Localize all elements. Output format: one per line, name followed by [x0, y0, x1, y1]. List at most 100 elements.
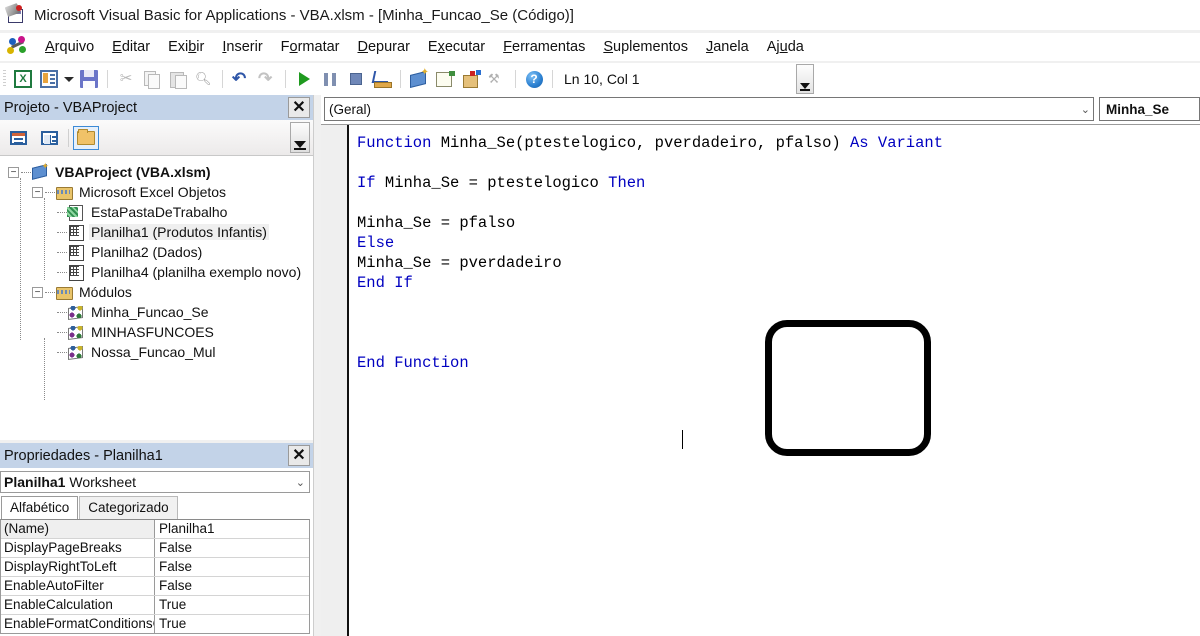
cut-icon[interactable]: ✂: [113, 67, 139, 91]
table-row[interactable]: DisplayRightToLeft False: [1, 558, 309, 577]
code-identifier: Minha_Se(ptestelogico, pverdadeiro, pfal…: [440, 134, 850, 152]
tree-item-nossa-funcao-mul[interactable]: Nossa_Funcao_Mul: [6, 342, 313, 362]
tree-connector: [21, 171, 31, 173]
stop-icon[interactable]: [343, 67, 369, 91]
tree-expander-icon[interactable]: −: [8, 166, 19, 178]
menu-janela[interactable]: Janela: [697, 36, 758, 58]
workbook-icon: [67, 204, 85, 221]
pause-icon[interactable]: [317, 67, 343, 91]
code-text[interactable]: Function Minha_Se(ptestelogico, pverdade…: [357, 133, 1200, 373]
code-keyword: As Variant: [850, 134, 944, 152]
toolbox-icon[interactable]: ⚒: [484, 67, 510, 91]
procedure-dropdown[interactable]: Minha_Se: [1099, 97, 1200, 121]
run-icon[interactable]: [291, 67, 317, 91]
object-dropdown[interactable]: (Geral) ⌄: [324, 97, 1094, 121]
properties-close-icon[interactable]: ✕: [288, 445, 310, 466]
property-value[interactable]: False: [155, 558, 309, 576]
tree-connector: [45, 191, 55, 193]
menu-exibir[interactable]: Exibir: [159, 36, 213, 58]
property-key: DisplayRightToLeft: [1, 558, 155, 576]
menu-depurar[interactable]: Depurar: [349, 36, 419, 58]
table-row[interactable]: EnableFormatConditionsCa True: [1, 615, 309, 633]
menu-editar[interactable]: Editar: [103, 36, 159, 58]
tree-item-excel-objetos[interactable]: − Microsoft Excel Objetos: [6, 182, 313, 202]
insert-dropdown-caret-icon[interactable]: [62, 67, 76, 91]
paste-icon[interactable]: [165, 67, 191, 91]
copy-icon[interactable]: [139, 67, 165, 91]
properties-panel: Propriedades - Planilha1 ✕ Planilha1 Wor…: [0, 443, 313, 636]
table-row[interactable]: EnableCalculation True: [1, 596, 309, 615]
chevron-down-icon[interactable]: ⌄: [1081, 103, 1090, 116]
menu-inserir[interactable]: Inserir: [213, 36, 271, 58]
chevron-down-icon[interactable]: ⌄: [296, 476, 305, 489]
find-icon[interactable]: 🔍︎: [191, 67, 217, 91]
project-explorer-icon[interactable]: [406, 67, 432, 91]
tree-item-minhasfuncoes[interactable]: MINHASFUNCOES: [6, 322, 313, 342]
tree-expander-icon[interactable]: −: [32, 286, 43, 298]
vba-app-icon: [4, 3, 26, 25]
tree-item-planilha4[interactable]: Planilha4 (planilha exemplo novo): [6, 262, 313, 282]
property-value[interactable]: False: [155, 539, 309, 557]
project-explorer-title: Projeto - VBAProject: [4, 99, 137, 116]
table-row[interactable]: (Name) Planilha1: [1, 520, 309, 539]
project-explorer-scroll-down-icon[interactable]: [290, 122, 310, 153]
property-value[interactable]: True: [155, 615, 309, 633]
menu-arquivo[interactable]: Arquivo: [36, 36, 103, 58]
tree-item-planilha1[interactable]: Planilha1 (Produtos Infantis): [6, 222, 313, 242]
tree-expander-icon[interactable]: −: [32, 186, 43, 198]
view-code-icon[interactable]: [5, 126, 31, 150]
code-line: End If: [357, 273, 1200, 293]
view-excel-icon[interactable]: [10, 67, 36, 91]
tree-item-estapastadetrabalho[interactable]: EstaPastaDeTrabalho: [6, 202, 313, 222]
properties-titlebar: Propriedades - Planilha1 ✕: [0, 443, 313, 468]
tree-item-label: Nossa_Funcao_Mul: [91, 344, 216, 360]
save-icon[interactable]: [76, 67, 102, 91]
property-value[interactable]: True: [155, 596, 309, 614]
properties-grid[interactable]: (Name) Planilha1 DisplayPageBreaks False…: [0, 519, 310, 634]
properties-title: Propriedades - Planilha1: [4, 447, 163, 464]
vertical-splitter[interactable]: [313, 95, 321, 636]
table-row[interactable]: DisplayPageBreaks False: [1, 539, 309, 558]
property-key: EnableCalculation: [1, 596, 155, 614]
tree-item-planilha2[interactable]: Planilha2 (Dados): [6, 242, 313, 262]
property-value[interactable]: False: [155, 577, 309, 595]
menu-ajuda[interactable]: Ajuda: [758, 36, 813, 58]
table-row[interactable]: EnableAutoFilter False: [1, 577, 309, 596]
window-title: Microsoft Visual Basic for Applications …: [34, 6, 574, 24]
menu-ferramentas[interactable]: Ferramentas: [494, 36, 594, 58]
undo-icon[interactable]: ↶: [228, 67, 254, 91]
menu-arquivo-rest: rquivo: [54, 39, 95, 55]
tree-item-label: Planilha1 (Produtos Infantis): [89, 224, 269, 240]
view-object-icon[interactable]: [36, 126, 62, 150]
tree-item-vbaproject[interactable]: − VBAProject (VBA.xlsm): [6, 161, 313, 182]
code-editor-body[interactable]: Function Minha_Se(ptestelogico, pverdade…: [321, 124, 1200, 636]
menu-executar[interactable]: Executar: [419, 36, 494, 58]
property-value[interactable]: Planilha1: [155, 520, 309, 538]
design-mode-icon[interactable]: [369, 67, 395, 91]
menu-formatar[interactable]: Formatar: [272, 36, 349, 58]
object-browser-icon[interactable]: [458, 67, 484, 91]
tree-connector: [45, 291, 55, 293]
code-keyword: If: [357, 174, 385, 192]
project-explorer-close-icon[interactable]: ✕: [288, 97, 310, 118]
redo-icon[interactable]: ↷: [254, 67, 280, 91]
tree-item-modulos[interactable]: − Módulos: [6, 282, 313, 302]
project-explorer-titlebar: Projeto - VBAProject ✕: [0, 95, 313, 120]
properties-window-icon[interactable]: [432, 67, 458, 91]
property-key: EnableAutoFilter: [1, 577, 155, 595]
toolbar-grip[interactable]: [3, 70, 6, 88]
insert-userform-icon[interactable]: [36, 67, 62, 91]
menu-suplementos[interactable]: Suplementos: [594, 36, 697, 58]
help-icon[interactable]: [521, 67, 547, 91]
toolbar-separator: [552, 70, 553, 88]
toggle-folders-icon[interactable]: [73, 125, 99, 150]
tab-alfabetico[interactable]: Alfabético: [1, 496, 79, 519]
tab-categorizado[interactable]: Categorizado: [79, 496, 178, 519]
tree-item-minha-funcao-se[interactable]: Minha_Funcao_Se: [6, 302, 313, 322]
properties-object-select[interactable]: Planilha1 Worksheet ⌄: [0, 471, 310, 493]
toolbar-scroll-down-icon[interactable]: [796, 64, 814, 94]
tree-item-label: Minha_Funcao_Se: [91, 304, 209, 320]
tree-item-label: MINHASFUNCOES: [91, 324, 214, 340]
